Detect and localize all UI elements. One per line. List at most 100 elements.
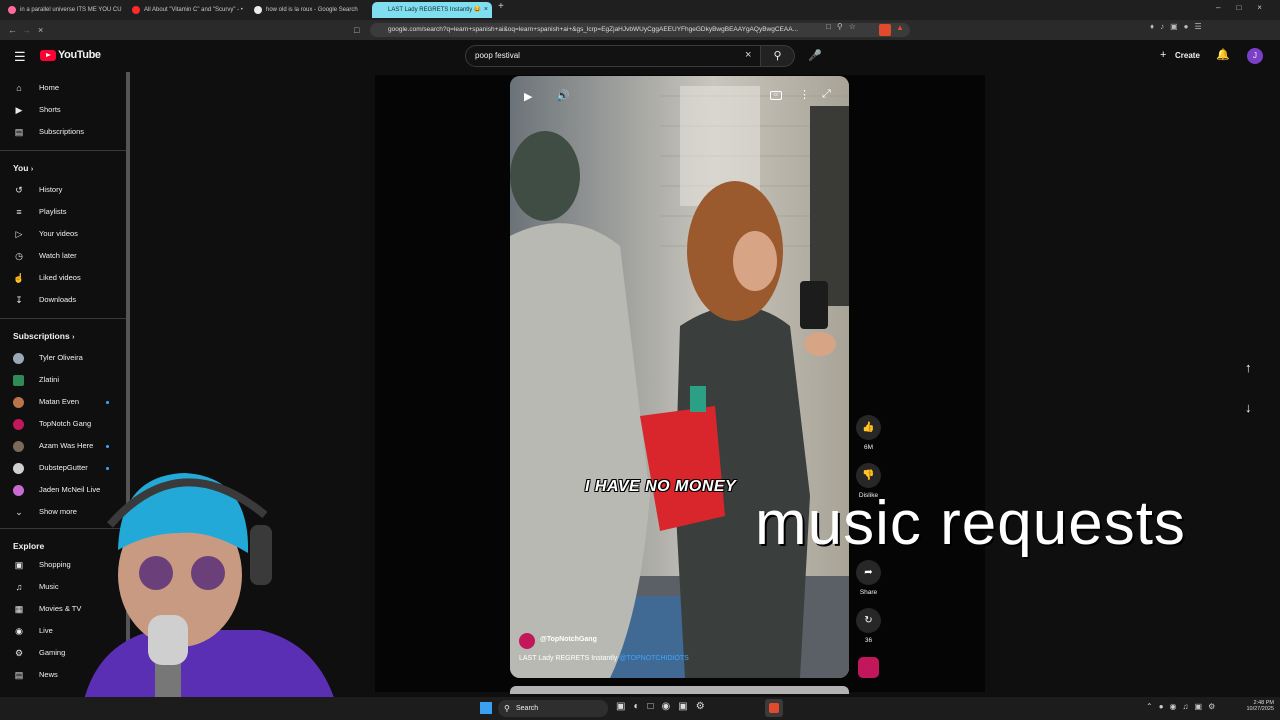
remix-icon: ↻ — [864, 615, 873, 626]
remix-button[interactable]: ↻ — [856, 608, 881, 633]
channel-avatar — [13, 353, 24, 364]
section-subscriptions[interactable]: Subscriptions › — [13, 331, 74, 341]
search-button[interactable]: ⚲ — [761, 45, 795, 67]
channel-avatar — [13, 463, 24, 474]
next-short-arrow-icon[interactable]: ↓ — [1245, 400, 1252, 415]
tab-title: in a parallel universe ITS ME YOU CU — [20, 7, 122, 13]
new-content-dot — [106, 445, 109, 448]
sidebar-item-downloads[interactable]: ↧ Downloads — [0, 289, 126, 311]
home-icon: ⌂ — [16, 83, 22, 93]
sidebar-item-watch-later[interactable]: ◷ Watch later — [0, 245, 126, 267]
brave-taskbar-icon[interactable] — [765, 699, 783, 717]
create-button[interactable]: Create — [1175, 51, 1200, 60]
play-icon[interactable]: ▶ — [524, 90, 540, 106]
sidebar-item-home[interactable]: ⌂ Home — [0, 77, 126, 99]
tab-title: All About "Vitamin C" and "Scurvy" - • — [144, 7, 243, 13]
sidebar-sub-item[interactable]: TopNotch Gang — [0, 413, 126, 435]
sidebar-item-liked-videos[interactable]: ☝ Liked videos — [0, 267, 126, 289]
address-actions[interactable]: □⚲☆ — [826, 22, 862, 31]
sidebar-sub-item[interactable]: Matan Even — [0, 391, 126, 413]
shopping-icon: ▣ — [14, 560, 24, 570]
window-controls[interactable]: –□× — [1216, 3, 1278, 12]
sidebar-item-your-videos[interactable]: ▷ Your videos — [0, 223, 126, 245]
mic-icon[interactable]: 🎤 — [804, 45, 826, 67]
sidebar-item-playlists[interactable]: ≡ Playlists — [0, 201, 126, 223]
like-button[interactable]: 👍 — [856, 415, 881, 440]
new-content-dot — [106, 401, 109, 404]
playlists-icon: ≡ — [16, 207, 22, 217]
browser-tab-bar: in a parallel universe ITS ME YOU CU All… — [0, 0, 1280, 20]
chevron-down-icon: ⌄ — [15, 507, 23, 517]
previous-short-arrow-icon[interactable]: ↑ — [1245, 360, 1252, 375]
clock[interactable]: 2:48 PM 10/27/2025 — [1238, 700, 1274, 712]
browser-tab[interactable]: in a parallel universe ITS ME YOU CU — [4, 2, 124, 18]
new-tab-button[interactable]: + — [498, 1, 504, 12]
short-title[interactable]: LAST Lady REGRETS Instantly @TOPNOTCHIDI… — [519, 655, 689, 662]
stop-icon[interactable]: × — [38, 20, 43, 40]
share-label: Share — [859, 589, 878, 596]
video-frame — [510, 76, 849, 678]
back-icon[interactable]: ← — [8, 20, 17, 40]
forward-icon[interactable]: → — [22, 20, 31, 40]
sidebar-sub-item[interactable]: Azam Was Here — [0, 435, 126, 457]
section-you[interactable]: You › — [13, 163, 33, 173]
close-tab-icon[interactable]: × — [484, 2, 488, 18]
fullscreen-icon[interactable]: ⤢ — [822, 88, 831, 101]
brave-shield-icon[interactable] — [879, 24, 891, 36]
stream-overlay-text: music requests — [755, 489, 1186, 558]
channel-name[interactable]: @TopNotchGang — [540, 636, 597, 643]
download-icon: ↧ — [15, 295, 23, 305]
share-button[interactable]: ➦ — [856, 560, 881, 585]
channel-avatar — [13, 441, 24, 452]
menu-icon[interactable]: ☰ — [14, 49, 26, 65]
history-icon: ↺ — [15, 185, 23, 195]
divider — [0, 318, 126, 319]
clock-icon: ◷ — [15, 251, 23, 261]
youtube-logo-icon[interactable] — [40, 50, 56, 61]
tab-title: LAST Lady REGRETS Instantly 😂 — [388, 7, 482, 13]
music-icon: ♫ — [15, 582, 23, 592]
channel-avatar — [13, 375, 24, 386]
youtube-logo-text[interactable]: YouTube — [58, 49, 101, 61]
channel-avatar — [13, 485, 24, 496]
windows-taskbar: ⚲ Search ▣◐□◉▣⚙ ⌃●◉♫▣⚙ 2:48 PM 10/27/202… — [0, 697, 1280, 720]
sidebar-sub-item[interactable]: Tyler Oliveira — [0, 347, 126, 369]
extensions-toolbar[interactable]: ♦♪▣●☰ — [1150, 22, 1208, 31]
browser-tab-active[interactable]: LAST Lady REGRETS Instantly 😂 × — [372, 2, 492, 18]
sidebar-item-shorts[interactable]: ▶ Shorts — [0, 99, 126, 121]
section-explore: Explore — [13, 541, 45, 551]
short-video-player[interactable]: ▶ 🔊 cc ⋮ ⤢ I HAVE NO MONEY @TopNotchGang… — [510, 76, 849, 678]
volume-icon[interactable]: 🔊 — [556, 89, 570, 102]
sidebar-sub-item[interactable]: Zlatini — [0, 369, 126, 391]
taskbar-apps[interactable]: ▣◐□◉▣⚙ — [616, 701, 713, 712]
plus-icon[interactable]: + — [1160, 49, 1166, 61]
channel-avatar — [13, 419, 24, 430]
browser-tab[interactable]: how old is la roux - Google Search — [250, 2, 368, 18]
clear-search-icon[interactable]: × — [745, 49, 751, 61]
sound-thumbnail[interactable] — [858, 657, 879, 678]
bell-icon[interactable]: 🔔 — [1216, 48, 1230, 61]
sidebar-item-history[interactable]: ↺ History — [0, 179, 126, 201]
search-input[interactable]: poop festival — [465, 45, 761, 67]
search-icon: ⚲ — [773, 50, 782, 62]
windows-start-icon[interactable] — [480, 702, 492, 714]
more-options-icon[interactable]: ⋮ — [799, 88, 810, 101]
browser-tab[interactable]: All About "Vitamin C" and "Scurvy" - • — [128, 2, 246, 18]
share-icon: ➦ — [864, 567, 873, 578]
tab-title: how old is la roux - Google Search — [266, 7, 358, 13]
system-tray[interactable]: ⌃●◉♫▣⚙ — [1146, 702, 1221, 711]
google-favicon-icon — [254, 6, 262, 14]
rewards-icon[interactable]: ▲ — [896, 23, 904, 32]
channel-avatar[interactable] — [519, 633, 535, 649]
captions-icon[interactable]: cc — [770, 91, 782, 100]
taskbar-search[interactable]: ⚲ Search — [498, 700, 608, 717]
sidebar-item-subscriptions[interactable]: ▤ Subscriptions — [0, 121, 126, 143]
live-icon: ◉ — [15, 626, 23, 636]
like-count: 6M — [863, 444, 874, 451]
thumbs-up-icon: 👍 — [862, 422, 875, 433]
next-short-preview[interactable] — [510, 686, 849, 694]
bookmark-icon[interactable]: □ — [354, 20, 359, 40]
dislike-button[interactable]: 👎 — [856, 463, 881, 488]
avatar[interactable]: J — [1247, 48, 1263, 64]
your-videos-icon: ▷ — [15, 229, 23, 239]
